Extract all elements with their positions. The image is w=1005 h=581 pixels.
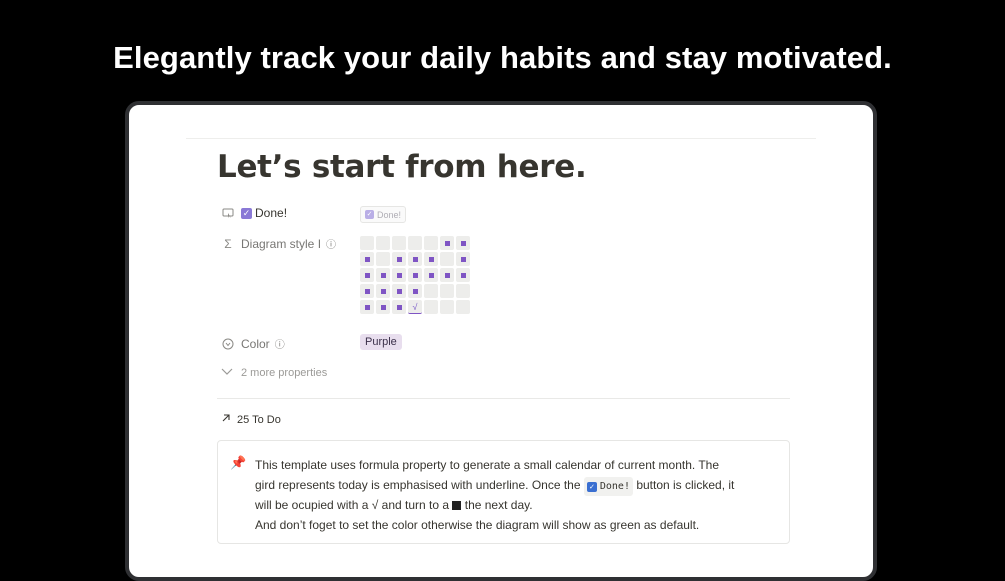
calendar-cell-today: √ xyxy=(408,300,422,314)
calendar-cell xyxy=(408,252,422,266)
info-icon: ⓘ xyxy=(326,240,337,251)
calendar-cell xyxy=(376,284,390,298)
callout-block: 📌 This template uses formula property to… xyxy=(217,440,790,544)
callout-text-segment: will be ocupied with a √ and turn to a xyxy=(255,498,450,513)
calendar-cell xyxy=(360,300,374,314)
callout-line: will be ocupied with a √ and turn to a t… xyxy=(255,496,780,516)
callout-text-segment: gird represents today is emphasised with… xyxy=(255,477,581,492)
calendar-cell xyxy=(376,268,390,282)
calendar-cell xyxy=(456,252,470,266)
calendar-cell xyxy=(376,252,390,266)
callout-line: And don’t foget to set the color otherwi… xyxy=(255,517,700,532)
checkbox-icon: ✓ xyxy=(586,481,597,492)
calendar-cell xyxy=(376,236,390,250)
calendar-cell xyxy=(424,268,438,282)
calendar-cell xyxy=(392,252,406,266)
calendar-cell xyxy=(408,236,422,250)
callout-text-segment: the next day. xyxy=(464,498,533,513)
calendar-cell xyxy=(456,284,470,298)
top-divider xyxy=(186,138,816,139)
calendar-cell xyxy=(376,300,390,314)
callout-line: gird represents today is emphasised with… xyxy=(255,476,780,497)
done-button[interactable]: ✓ Done! xyxy=(360,206,407,223)
property-color-label: Color xyxy=(241,336,270,351)
calendar-cell xyxy=(440,284,454,298)
calendar-cell xyxy=(408,268,422,282)
black-square-icon xyxy=(452,501,462,511)
relation-link[interactable]: 25 To Do xyxy=(221,413,281,426)
chevron-down-icon xyxy=(221,367,233,379)
calendar-cell xyxy=(456,300,470,314)
calendar-cell xyxy=(392,300,406,314)
page-title: Let’s start from here. xyxy=(217,149,587,185)
headline: Elegantly track your daily habits and st… xyxy=(113,40,892,75)
inline-code-label: Done! xyxy=(599,480,630,492)
calendar-cell xyxy=(424,236,438,250)
callout-line: This template uses formula property to g… xyxy=(255,458,720,472)
sigma-icon: Σ xyxy=(224,236,232,251)
properties-divider xyxy=(217,398,790,399)
calendar-cell xyxy=(440,236,454,250)
notion-page-window: Let’s start from here. ✓ Done! ✓ Done! Σ… xyxy=(125,101,877,581)
calendar-cell xyxy=(456,236,470,250)
more-properties-label: 2 more properties xyxy=(241,367,328,379)
calendar-cell xyxy=(424,252,438,266)
property-done[interactable]: ✓ Done! xyxy=(221,206,287,220)
property-done-label: Done! xyxy=(255,206,288,220)
calendar-diagram: √ xyxy=(360,236,470,314)
color-tag[interactable]: Purple xyxy=(360,334,402,350)
checkbox-icon: ✓ xyxy=(241,207,252,219)
relation-label: 25 To Do xyxy=(237,413,281,426)
property-diagram[interactable]: Σ Diagram style I ⓘ xyxy=(221,236,337,252)
select-icon xyxy=(221,337,235,351)
done-button-label: Done! xyxy=(377,209,402,220)
calendar-cell xyxy=(440,268,454,282)
calendar-cell xyxy=(440,300,454,314)
calendar-cell xyxy=(360,268,374,282)
calendar-cell xyxy=(392,236,406,250)
callout-text-segment: button is clicked, it xyxy=(636,477,735,492)
calendar-cell xyxy=(408,284,422,298)
calendar-cell xyxy=(360,284,374,298)
button-property-icon xyxy=(221,206,235,220)
callout-text: This template uses formula property to g… xyxy=(255,456,780,535)
more-properties-toggle[interactable]: 2 more properties xyxy=(221,367,327,379)
property-diagram-label: Diagram style I xyxy=(241,236,322,251)
calendar-cell xyxy=(360,236,374,250)
calendar-cell xyxy=(440,252,454,266)
info-icon: ⓘ xyxy=(274,340,285,351)
calendar-cell xyxy=(424,300,438,314)
calendar-cell xyxy=(456,268,470,282)
calendar-cell xyxy=(392,284,406,298)
inline-code-done: ✓ Done! xyxy=(583,476,633,497)
calendar-cell xyxy=(392,268,406,282)
arrow-up-right-icon xyxy=(221,413,231,426)
pushpin-icon: 📌 xyxy=(230,455,247,470)
property-color[interactable]: Color ⓘ xyxy=(221,336,285,351)
checkbox-icon: ✓ xyxy=(365,210,374,219)
calendar-cell xyxy=(360,252,374,266)
calendar-cell xyxy=(424,284,438,298)
